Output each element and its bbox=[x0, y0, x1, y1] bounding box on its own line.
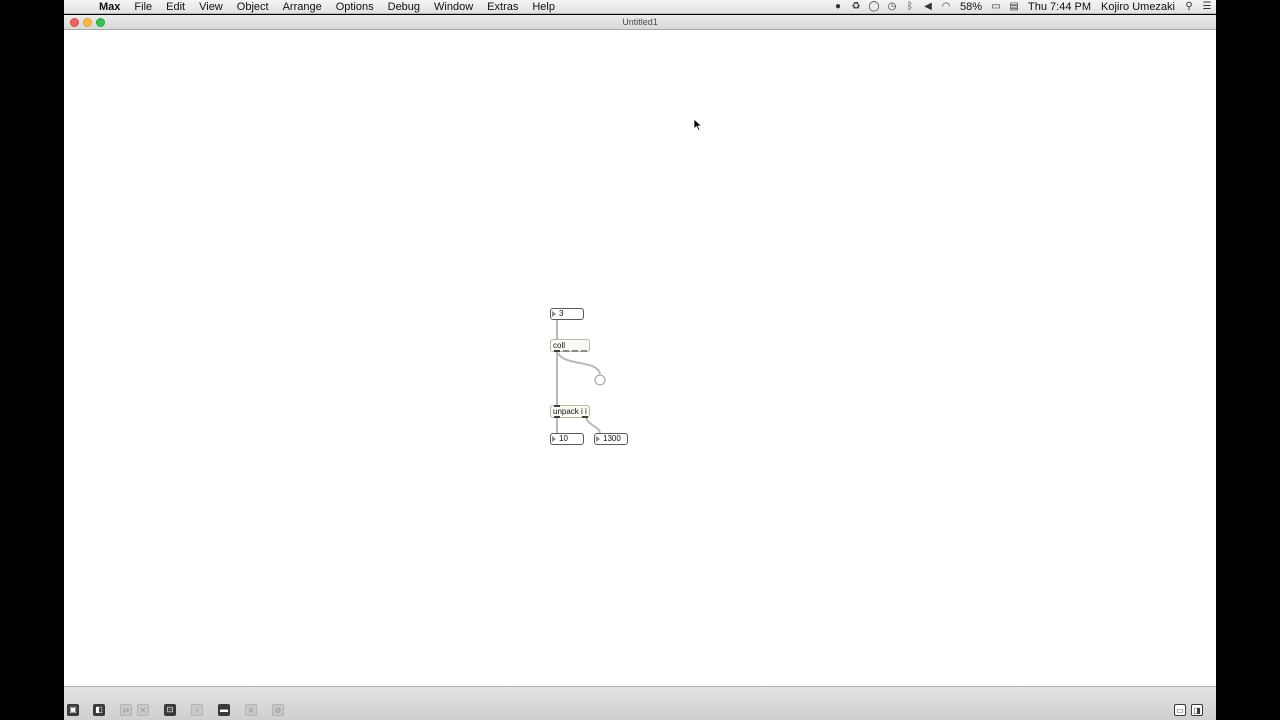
object-label: unpack i i bbox=[553, 407, 587, 416]
number-triangle-icon bbox=[552, 436, 556, 442]
outlet[interactable] bbox=[582, 416, 588, 418]
sidebar-right-icon[interactable]: ◨ bbox=[1191, 704, 1203, 716]
number-value: 1300 bbox=[603, 434, 621, 443]
window-title: Untitled1 bbox=[622, 17, 658, 27]
menu-help[interactable]: Help bbox=[525, 0, 562, 14]
patcher-canvas[interactable]: 3 coll unpack i i 10 1300 bbox=[64, 30, 1216, 686]
window-title-bar: Untitled1 bbox=[64, 15, 1216, 30]
bpatcher-icon[interactable]: ▬ bbox=[218, 704, 230, 716]
chat-bubble-icon[interactable]: ◯ bbox=[865, 0, 883, 14]
menu-bar: Max File Edit View Object Arrange Option… bbox=[64, 0, 1216, 14]
outlet[interactable] bbox=[581, 350, 587, 352]
bang-button[interactable] bbox=[594, 374, 606, 386]
evernote-icon[interactable]: ● bbox=[829, 0, 847, 14]
patch-cord-unpack-to-right-number[interactable] bbox=[585, 416, 601, 435]
number-triangle-icon bbox=[596, 436, 600, 442]
menu-window[interactable]: Window bbox=[427, 0, 480, 14]
menu-arrange[interactable]: Arrange bbox=[276, 0, 329, 14]
inspector-icon: i bbox=[191, 704, 203, 716]
new-object-icon[interactable]: ⊡ bbox=[164, 704, 176, 716]
outlet[interactable] bbox=[572, 350, 578, 352]
menu-object[interactable]: Object bbox=[230, 0, 276, 14]
coll-object[interactable]: coll bbox=[550, 339, 590, 352]
number-value: 10 bbox=[559, 434, 568, 443]
number-box-output-right[interactable]: 1300 bbox=[594, 433, 628, 445]
menu-user[interactable]: Kojiro Umezaki bbox=[1096, 0, 1180, 14]
number-box-output-left[interactable]: 10 bbox=[550, 433, 584, 445]
spotlight-icon[interactable]: ⚲ bbox=[1180, 0, 1198, 14]
number-value: 3 bbox=[559, 309, 564, 318]
volume-icon[interactable]: ◀ bbox=[919, 0, 937, 14]
mouse-cursor-icon bbox=[693, 118, 703, 132]
flag-icon[interactable]: ▤ bbox=[1005, 0, 1023, 14]
delete-icon: ✕ bbox=[137, 704, 149, 716]
menu-debug[interactable]: Debug bbox=[381, 0, 427, 14]
number-triangle-icon bbox=[552, 311, 556, 317]
menu-options[interactable]: Options bbox=[329, 0, 381, 14]
inlet[interactable] bbox=[554, 405, 560, 407]
battery-percent[interactable]: 58% bbox=[955, 0, 987, 14]
snap-icon[interactable]: ⚙ bbox=[272, 704, 284, 716]
object-label: coll bbox=[553, 341, 566, 350]
battery-icon[interactable]: ▭ bbox=[987, 0, 1005, 14]
outlet[interactable] bbox=[554, 350, 560, 352]
patch-cord-coll-to-bang[interactable] bbox=[557, 352, 601, 375]
lock-icon[interactable]: ▣ bbox=[67, 704, 79, 716]
bluetooth-icon[interactable]: ᛒ bbox=[901, 0, 919, 14]
sync-icon[interactable]: ♻ bbox=[847, 0, 865, 14]
number-box-input[interactable]: 3 bbox=[550, 308, 584, 320]
menu-extras[interactable]: Extras bbox=[480, 0, 525, 14]
menu-edit[interactable]: Edit bbox=[159, 0, 192, 14]
notification-list-icon[interactable]: ☰ bbox=[1198, 0, 1216, 14]
patcher-toolbar: ▣ ◧ ⇄ ✕ ⊡ i ▬ # ⚙ ▭ ◨ bbox=[64, 686, 1216, 720]
menu-max[interactable]: Max bbox=[92, 0, 127, 14]
outlet[interactable] bbox=[563, 350, 569, 352]
menu-file[interactable]: File bbox=[127, 0, 159, 14]
wifi-icon[interactable]: ◠ bbox=[937, 0, 955, 14]
patch-cords bbox=[556, 320, 606, 435]
presentation-icon[interactable]: ◧ bbox=[93, 704, 105, 716]
link-icon: ⇄ bbox=[120, 704, 132, 716]
menu-view[interactable]: View bbox=[192, 0, 230, 14]
menu-clock[interactable]: Thu 7:44 PM bbox=[1023, 0, 1096, 14]
unpack-object[interactable]: unpack i i bbox=[550, 405, 590, 418]
grid-icon[interactable]: # bbox=[245, 704, 257, 716]
sidebar-bottom-icon[interactable]: ▭ bbox=[1174, 704, 1186, 716]
outlet[interactable] bbox=[554, 416, 560, 418]
time-machine-icon[interactable]: ◷ bbox=[883, 0, 901, 14]
